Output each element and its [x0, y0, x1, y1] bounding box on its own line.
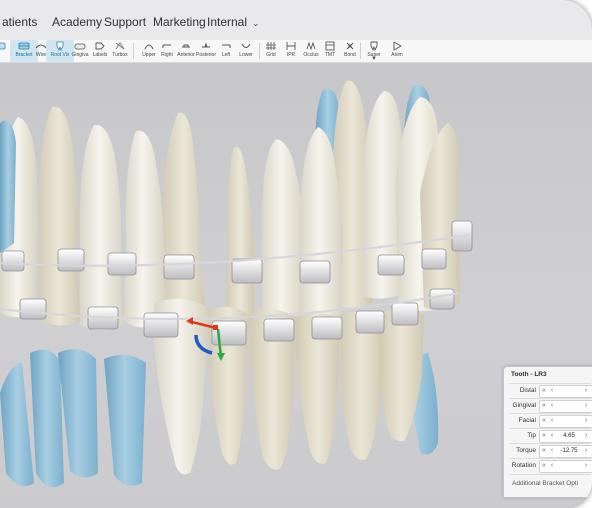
grid-icon: [266, 42, 276, 50]
chevron-right-icon[interactable]: ›: [582, 431, 590, 442]
double-chevron-left-icon[interactable]: «: [540, 446, 548, 457]
double-chevron-left-icon[interactable]: «: [540, 461, 548, 472]
stepper-gingival[interactable]: « ‹ › »: [539, 400, 592, 413]
tag-icon: [95, 42, 105, 50]
gingiva-icon: [74, 43, 86, 50]
row-label: Rotation: [511, 462, 536, 469]
top-menu-bar: atients Academy Support Marketing Intern…: [0, 0, 592, 41]
stepper-value: -12.75: [560, 448, 578, 454]
row-rotation: Rotation « ‹ › »: [504, 459, 592, 473]
tooth-crown: [79, 124, 124, 331]
row-tip: Tip « ‹ 4.65 › »: [504, 429, 592, 443]
tool-label: Anim: [391, 52, 403, 58]
row-label: Torque: [516, 447, 536, 454]
left-view-icon: [222, 44, 231, 48]
turbo-icon: [115, 42, 125, 50]
tooth-crown: [38, 106, 80, 326]
tooth-movement-table-icon: [325, 41, 335, 51]
teeth-icon: [0, 42, 6, 50]
row-distal: Distal « ‹ › »: [504, 384, 592, 398]
ipr-icon: [286, 42, 296, 50]
lower-arch-icon: [241, 43, 251, 48]
tool-label: Turbos: [112, 52, 128, 58]
double-chevron-left-icon[interactable]: «: [540, 416, 548, 427]
menu-item-academy[interactable]: Academy: [52, 15, 102, 29]
additional-bracket-options-link[interactable]: Additional Bracket Opti: [512, 480, 578, 487]
menu-item-marketing[interactable]: Marketing: [153, 15, 206, 29]
divider: [509, 474, 591, 475]
chevron-down-icon: ⌄: [252, 18, 260, 28]
chevron-left-icon[interactable]: ‹: [548, 401, 556, 412]
posterior-view-icon: [202, 42, 210, 48]
tooth-root: [58, 349, 98, 478]
tooth-root: [0, 363, 34, 487]
stepper-value: 4.65: [563, 433, 575, 439]
tooth-crown: [262, 139, 305, 319]
tooth-crown: [124, 130, 166, 328]
3d-viewport[interactable]: Tooth - LR3 Distal « ‹ › » Gingival « ‹: [0, 63, 592, 508]
row-label: Tip: [527, 432, 536, 439]
bond-icon: [346, 42, 354, 50]
toolbar: Bracket Wire Root Vis Gingiva Labels Tur…: [0, 40, 592, 63]
chevron-left-icon[interactable]: ‹: [548, 386, 556, 397]
row-label: Distal: [519, 387, 536, 394]
row-label: Gingival: [512, 402, 536, 409]
row-label: Facial: [518, 417, 536, 424]
tooth-root: [0, 120, 16, 253]
tool-anim[interactable]: Anim: [383, 40, 411, 62]
chevron-right-icon[interactable]: ›: [582, 386, 590, 397]
app-window: atients Academy Support Marketing Intern…: [0, 0, 592, 508]
tooth-root: [104, 354, 146, 486]
tooth-crown: [226, 146, 255, 329]
menu-item-internal-label: Internal: [207, 15, 248, 29]
gizmo-center[interactable]: [213, 325, 218, 330]
chevron-left-icon[interactable]: ‹: [548, 446, 556, 457]
row-torque: Torque « ‹ -12.75 › »: [504, 444, 592, 458]
play-icon: [393, 41, 402, 51]
chevron-right-icon[interactable]: ›: [582, 401, 590, 412]
superimpose-icon: [370, 41, 378, 51]
anterior-view-icon: [182, 44, 190, 48]
double-chevron-left-icon[interactable]: «: [540, 401, 548, 412]
chevron-left-icon[interactable]: ‹: [548, 431, 556, 442]
double-chevron-left-icon[interactable]: «: [540, 431, 548, 442]
chevron-left-icon[interactable]: ‹: [548, 416, 556, 427]
stepper-facial[interactable]: « ‹ › »: [539, 415, 592, 428]
double-chevron-left-icon[interactable]: «: [540, 386, 548, 397]
chevron-right-icon[interactable]: ›: [582, 416, 590, 427]
tool-label: Lower: [239, 52, 253, 58]
chevron-down-icon[interactable]: ▼: [371, 56, 377, 62]
stepper-torque[interactable]: « ‹ -12.75 › »: [539, 445, 592, 458]
stepper-tip[interactable]: « ‹ 4.65 › »: [539, 430, 592, 443]
tool-lower[interactable]: Lower: [232, 40, 260, 62]
toolbar-divider: [133, 43, 134, 59]
root-visibility-icon: [56, 41, 64, 51]
row-gingival: Gingival « ‹ › »: [504, 399, 592, 413]
stepper-distal[interactable]: « ‹ › »: [539, 385, 592, 398]
tooth-adjustment-panel: Tooth - LR3 Distal « ‹ › » Gingival « ‹: [503, 366, 592, 498]
tool-turbos[interactable]: Turbos: [106, 40, 134, 62]
tooth-crown: [162, 112, 206, 319]
chevron-left-icon[interactable]: ‹: [548, 461, 556, 472]
menu-item-internal[interactable]: Internal ⌄: [207, 15, 260, 29]
tooth-crown: [340, 311, 384, 460]
menu-item-patients[interactable]: atients: [2, 15, 37, 29]
chevron-right-icon[interactable]: ›: [582, 446, 590, 457]
tool-partial[interactable]: [0, 40, 8, 62]
chevron-right-icon[interactable]: ›: [582, 461, 590, 472]
stepper-rotation[interactable]: « ‹ › »: [539, 460, 592, 473]
menu-item-support[interactable]: Support: [104, 15, 146, 29]
row-facial: Facial « ‹ › »: [504, 414, 592, 428]
panel-title: Tooth - LR3: [511, 371, 547, 378]
tooth-root: [30, 349, 64, 488]
